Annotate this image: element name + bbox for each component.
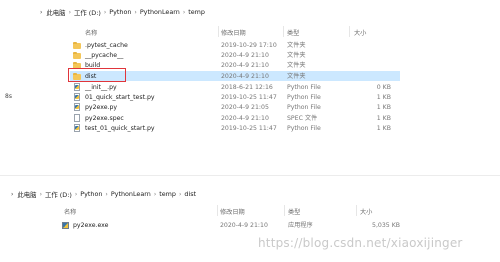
file-type: Python File — [287, 83, 321, 91]
chevron-right-icon[interactable]: › — [75, 191, 77, 198]
chevron-right-icon[interactable]: › — [40, 9, 42, 16]
breadcrumb-item-temp[interactable]: temp — [159, 190, 176, 198]
folder-icon — [73, 41, 81, 49]
list-item[interactable]: py2exe.py 2020-4-9 21:05 Python File 1 K… — [70, 102, 400, 112]
column-header-size[interactable]: 大小 — [354, 28, 366, 37]
file-size: 1 KB — [376, 103, 391, 111]
file-name: py2exe.py — [85, 103, 118, 111]
breadcrumb-item-python[interactable]: Python — [109, 8, 131, 16]
watermark: https://blog.csdn.net/xiaoxijinger — [258, 236, 463, 250]
file-date: 2019-10-25 11:47 — [221, 93, 277, 101]
breadcrumb-item-this-pc[interactable]: 此电脑 — [46, 8, 65, 17]
python-file-icon — [73, 93, 81, 101]
chevron-right-icon[interactable]: › — [183, 9, 185, 16]
column-header-name[interactable]: 名称 — [85, 28, 97, 37]
file-size: 5,035 KB — [372, 221, 400, 229]
column-header-type[interactable]: 类型 — [287, 28, 299, 37]
file-size: 1 KB — [376, 124, 391, 132]
chevron-right-icon[interactable]: › — [69, 9, 71, 16]
list-item[interactable]: __pycache__ 2020-4-9 21:10 文件夹 — [70, 50, 400, 60]
column-header-name[interactable]: 名称 — [64, 207, 76, 216]
file-date: 2019-10-29 17:10 — [221, 41, 277, 49]
file-type: 文件夹 — [287, 41, 306, 49]
file-size: 1 KB — [376, 114, 391, 122]
column-divider[interactable] — [283, 26, 284, 37]
file-size: 0 KB — [376, 83, 391, 91]
chevron-right-icon[interactable]: › — [40, 191, 42, 198]
file-date: 2019-10-25 11:47 — [221, 124, 277, 132]
column-header-type[interactable]: 类型 — [288, 207, 300, 216]
highlight-box — [68, 68, 126, 82]
breadcrumb-item-drive[interactable]: 工作 (D:) — [45, 190, 72, 199]
file-date: 2020-4-9 21:10 — [220, 221, 268, 229]
file-date: 2020-4-9 21:10 — [221, 72, 269, 80]
file-type: 文件夹 — [287, 61, 306, 69]
chevron-right-icon[interactable]: › — [104, 9, 106, 16]
file-date: 2020-4-9 21:05 — [221, 103, 269, 111]
file-name: .pytest_cache — [85, 41, 128, 49]
list-item[interactable]: __init__.py 2018-6-21 12:16 Python File … — [70, 82, 400, 92]
divider — [0, 175, 500, 176]
file-type: Python File — [287, 93, 321, 101]
python-file-icon — [73, 83, 81, 91]
file-name: 01_quick_start_test.py — [85, 93, 155, 101]
column-header-date[interactable]: 修改日期 — [220, 207, 245, 216]
python-file-icon — [73, 124, 81, 132]
breadcrumb-item-pythonlearn[interactable]: PythonLearn — [111, 190, 151, 198]
folder-icon — [73, 51, 81, 59]
column-divider[interactable] — [218, 26, 219, 37]
column-divider[interactable] — [284, 205, 285, 216]
file-name: __pycache__ — [85, 51, 124, 59]
file-date: 2018-6-21 12:16 — [221, 83, 273, 91]
column-divider[interactable] — [356, 205, 357, 216]
spec-file-icon — [73, 114, 81, 122]
file-type: 文件夹 — [287, 72, 306, 80]
file-type: 文件夹 — [287, 51, 306, 59]
breadcrumb-item-temp[interactable]: temp — [188, 8, 205, 16]
list-item[interactable]: 01_quick_start_test.py 2019-10-25 11:47 … — [70, 92, 400, 102]
file-type: Python File — [287, 124, 321, 132]
file-date: 2020-4-9 21:10 — [221, 114, 269, 122]
breadcrumb-item-python[interactable]: Python — [80, 190, 102, 198]
exe-file-icon — [61, 221, 69, 229]
side-label: 8s — [5, 93, 12, 100]
list-item[interactable]: .pytest_cache 2019-10-29 17:10 文件夹 — [70, 40, 400, 50]
column-header-size[interactable]: 大小 — [360, 207, 372, 216]
file-name: py2exe.exe — [73, 221, 109, 229]
breadcrumb-item-drive[interactable]: 工作 (D:) — [74, 8, 101, 17]
breadcrumb: › 此电脑 › 工作 (D:) › Python › PythonLearn ›… — [11, 186, 196, 202]
python-file-icon — [73, 103, 81, 111]
chevron-right-icon[interactable]: › — [179, 191, 181, 198]
file-type: 应用程序 — [288, 221, 313, 229]
column-header-date[interactable]: 修改日期 — [221, 28, 246, 37]
breadcrumb: › 此电脑 › 工作 (D:) › Python › PythonLearn ›… — [40, 4, 205, 20]
file-date: 2020-4-9 21:10 — [221, 51, 269, 59]
chevron-right-icon[interactable]: › — [154, 191, 156, 198]
breadcrumb-item-dist[interactable]: dist — [184, 190, 196, 198]
file-name: __init__.py — [85, 83, 117, 91]
file-date: 2020-4-9 21:10 — [221, 61, 269, 69]
file-type: SPEC 文件 — [287, 114, 318, 122]
chevron-right-icon[interactable]: › — [11, 191, 13, 198]
column-divider[interactable] — [217, 205, 218, 216]
breadcrumb-item-this-pc[interactable]: 此电脑 — [17, 190, 36, 199]
list-item[interactable]: test_01_quick_start.py 2019-10-25 11:47 … — [70, 123, 400, 133]
breadcrumb-item-pythonlearn[interactable]: PythonLearn — [140, 8, 180, 16]
file-type: Python File — [287, 103, 321, 111]
file-name: test_01_quick_start.py — [85, 124, 155, 132]
list-item[interactable]: py2exe.exe 2020-4-9 21:10 应用程序 5,035 KB — [58, 220, 408, 230]
chevron-right-icon[interactable]: › — [105, 191, 107, 198]
list-item[interactable]: py2exe.spec 2020-4-9 21:10 SPEC 文件 1 KB — [70, 113, 400, 123]
file-name: py2exe.spec — [85, 114, 124, 122]
column-divider[interactable] — [349, 26, 350, 37]
file-size: 1 KB — [376, 93, 391, 101]
chevron-right-icon[interactable]: › — [134, 9, 136, 16]
